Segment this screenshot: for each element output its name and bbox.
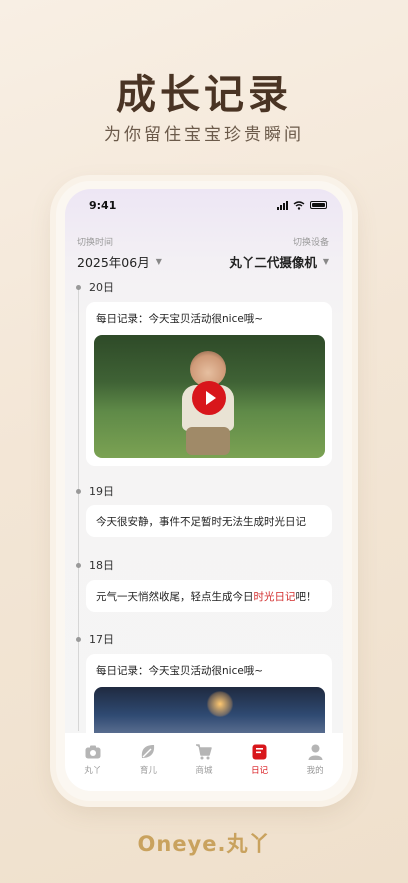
- diary-link[interactable]: 时光日记: [254, 591, 296, 603]
- tab-diary[interactable]: 日记: [240, 743, 280, 776]
- status-bar: 9:41: [65, 189, 343, 221]
- tab-label: 我的: [306, 766, 324, 776]
- hero-title: 成长记录: [116, 72, 292, 118]
- app-screen: 9:41 切换时间 2025年06月 ▼ 切换设备 丸丫二代摄像机 ▼ 20日 …: [65, 189, 343, 791]
- diary-text: 元气一天悄然收尾，轻点生成今日时光日记吧！: [96, 591, 317, 603]
- tab-mall[interactable]: 商城: [184, 743, 224, 776]
- day-marker: 19日: [73, 483, 114, 499]
- chevron-down-icon: ▼: [155, 257, 162, 266]
- timeline: 20日 每日记录：今天宝贝活动很nice哦~ 19日 今天很安静，事件不足暂时无…: [65, 279, 343, 767]
- device-filter-value: 丸丫二代摄像机: [229, 255, 317, 270]
- device-filter[interactable]: 切换设备 丸丫二代摄像机 ▼: [229, 235, 329, 271]
- camera-icon: [84, 743, 101, 760]
- play-icon[interactable]: [192, 381, 226, 415]
- chevron-down-icon: ▼: [322, 257, 329, 266]
- wifi-icon: [293, 200, 305, 210]
- device-filter-label: 切换设备: [292, 238, 329, 248]
- diary-text: 每日记录：今天宝贝活动很nice哦~: [96, 313, 264, 325]
- tab-bar: 丸丫 育儿 商城 日记 我的: [65, 733, 343, 791]
- tab-label: 商城: [195, 766, 213, 776]
- day-label: 17日: [89, 633, 114, 646]
- day-label: 18日: [89, 559, 114, 572]
- day-marker: 17日: [73, 631, 114, 647]
- leaf-icon: [140, 743, 157, 760]
- diary-text: 每日记录：今天宝贝活动很nice哦~: [96, 665, 264, 677]
- signal-icon: [277, 200, 288, 210]
- tab-label: 丸丫: [84, 766, 102, 776]
- cart-icon: [195, 743, 213, 760]
- day-label: 19日: [89, 485, 114, 498]
- tab-parenting[interactable]: 育儿: [128, 743, 168, 776]
- diary-text: 今天很安静，事件不足暂时无法生成时光日记: [96, 516, 306, 528]
- tab-mine[interactable]: 我的: [295, 743, 335, 776]
- filter-bar: 切换时间 2025年06月 ▼ 切换设备 丸丫二代摄像机 ▼: [77, 235, 329, 271]
- day-label: 20日: [89, 281, 114, 294]
- time-filter-label: 切换时间: [77, 238, 114, 248]
- timeline-dot: [76, 562, 81, 568]
- diary-card[interactable]: 每日记录：今天宝贝活动很nice哦~: [86, 302, 332, 466]
- timeline-dot: [76, 488, 81, 494]
- status-icons: [277, 200, 327, 210]
- tab-label: 育儿: [139, 766, 157, 776]
- day-marker: 20日: [73, 279, 114, 295]
- diary-card[interactable]: 今天很安静，事件不足暂时无法生成时光日记: [86, 505, 332, 537]
- person-icon: [307, 743, 324, 760]
- day-marker: 18日: [73, 557, 114, 573]
- tab-label: 日记: [251, 766, 269, 776]
- tab-wanya[interactable]: 丸丫: [73, 743, 113, 776]
- phone-mockup: 9:41 切换时间 2025年06月 ▼ 切换设备 丸丫二代摄像机 ▼ 20日 …: [56, 181, 352, 801]
- time-filter[interactable]: 切换时间 2025年06月 ▼: [77, 235, 162, 271]
- status-time: 9:41: [89, 198, 117, 212]
- timeline-dot: [76, 636, 81, 642]
- timeline-line: [78, 287, 79, 731]
- battery-icon: [310, 201, 327, 209]
- diary-card[interactable]: 元气一天悄然收尾，轻点生成今日时光日记吧！: [86, 580, 332, 612]
- video-thumbnail[interactable]: [94, 335, 325, 458]
- timeline-dot: [76, 284, 81, 290]
- brand-logo: Oneye.丸丫: [137, 832, 271, 856]
- diary-icon: [251, 743, 268, 760]
- hero-subtitle: 为你留住宝宝珍贵瞬间: [104, 125, 304, 145]
- time-filter-value: 2025年06月: [77, 255, 150, 270]
